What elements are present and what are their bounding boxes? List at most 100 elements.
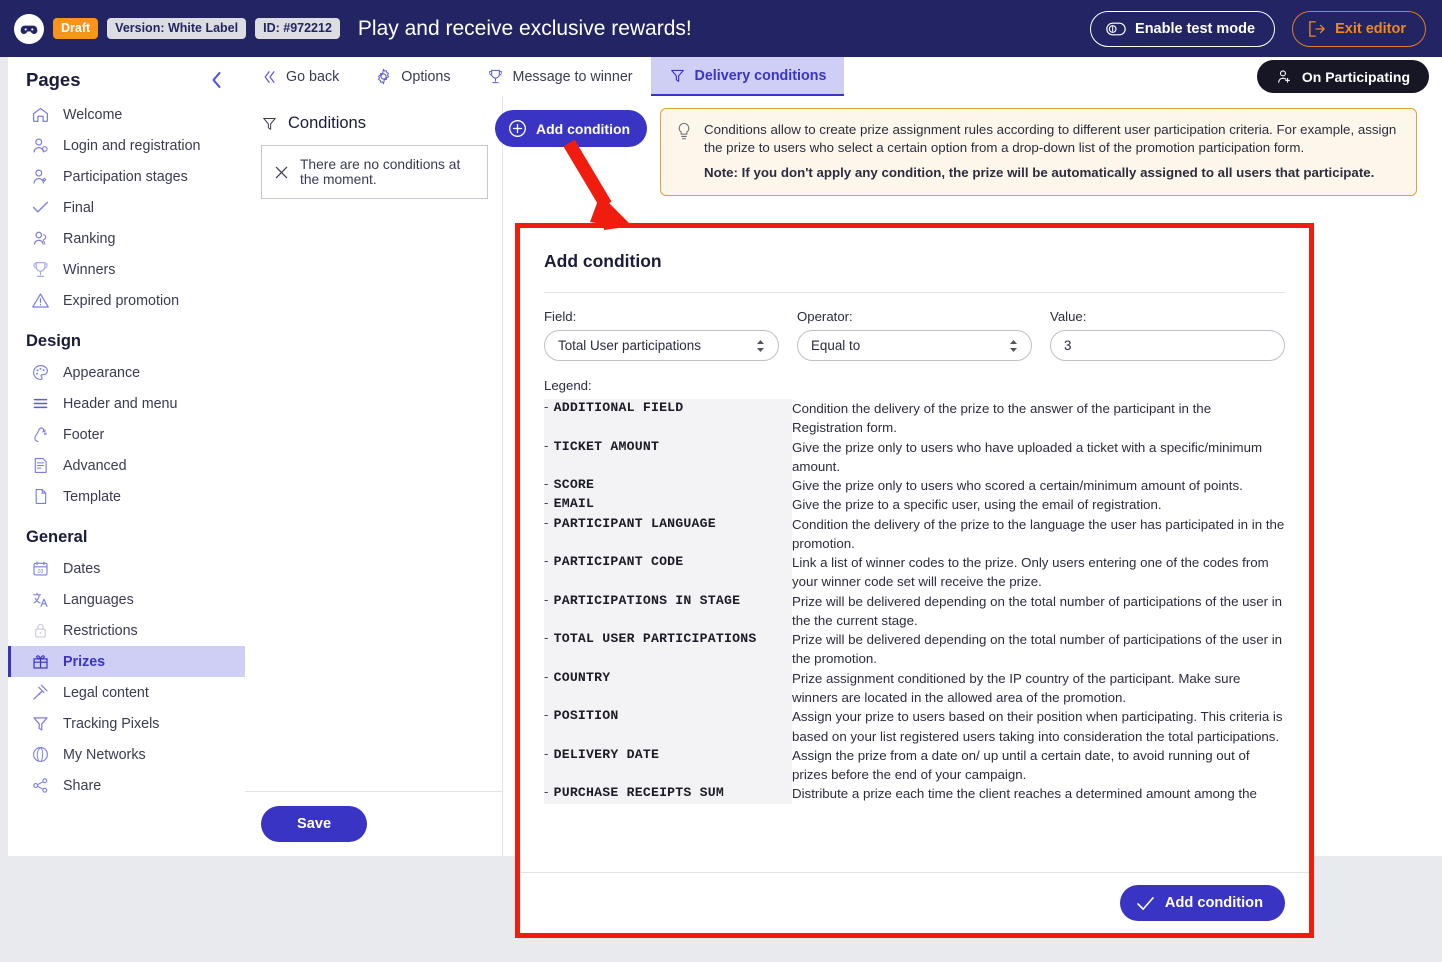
sidebar-item-label: Prizes [63,653,106,670]
legend-key: PARTICIPANT CODE [553,554,684,570]
sidebar-item-restrictions[interactable]: Restrictions [8,615,245,646]
sidebar-item-label: Restrictions [63,622,138,639]
field-label: Field: [544,309,577,324]
info-text: Conditions allow to create prize assignm… [704,121,1402,182]
legend-description: Give the prize only to users who scored … [792,478,1243,494]
legend-description: Give the prize to a specific user, using… [792,497,1162,513]
legend-scroll-area[interactable]: - ADDITIONAL FIELD Condition the delivery … [520,399,1309,872]
on-participating-button[interactable]: On Participating [1256,60,1429,93]
legend-dash: - [544,553,549,569]
chevron-updown-icon [756,339,765,353]
legend-label: Legend: [544,378,592,393]
legend-row: - PARTICIPATIONS IN STAGE Prize will be de… [544,591,1285,631]
field-group: Field: Total User participations [544,309,779,361]
tab-go-back[interactable]: Go back [245,57,357,96]
field-select[interactable]: Total User participations [544,330,779,361]
sidebar-item-languages[interactable]: Languages [8,584,245,615]
page-icon [30,487,50,507]
user-login-icon [30,136,50,156]
sidebar-item-winners[interactable]: Winners [8,254,245,285]
save-button[interactable]: Save [261,806,368,842]
palette-icon [30,363,50,383]
sidebar-item-label: Languages [63,591,134,608]
on-participating-label: On Participating [1301,68,1410,85]
value-input[interactable]: 3 [1050,330,1285,361]
sidebar-item-label: My Networks [63,746,146,763]
tab-delivery-conditions[interactable]: Delivery conditions [650,57,845,96]
sidebar-item-share[interactable]: Share [8,770,245,801]
network-icon [30,745,50,765]
legend-dash: - [544,707,549,723]
check-icon [1136,896,1155,911]
legend-key-cell: - PARTICIPANT CODE [544,553,792,592]
sidebar-item-ranking[interactable]: Ranking [8,223,245,254]
sidebar-item-header-and-menu[interactable]: Header and menu [8,388,245,419]
operator-select[interactable]: Equal to [797,330,1032,361]
sidebar-item-label: Appearance [63,364,141,381]
modal-title: Add condition [544,251,662,271]
legend-dash: - [544,591,549,607]
legend-key: TICKET AMOUNT [553,438,660,454]
user-add-icon [1276,68,1293,85]
legend-key-cell: - ADDITIONAL FIELD [544,399,792,438]
sidebar-item-template[interactable]: Template [8,481,245,512]
field-select-value: Total User participations [558,338,701,353]
sidebar-item-advanced[interactable]: Advanced [8,450,245,481]
toggle-icon [1106,22,1126,36]
calendar-icon: 03 [30,559,50,579]
tab-label: Go back [286,68,340,85]
draft-badge: Draft [53,18,99,39]
funnel-icon [669,67,686,84]
sidebar-item-label: Footer [63,426,105,443]
legend-key-cell: - PARTICIPATIONS IN STAGE [544,591,792,631]
legend-description: Assign your prize to users based on thei… [792,709,1283,744]
tab-options[interactable]: Options [357,57,468,96]
sidebar-item-login-and-registration[interactable]: Login and registration [8,130,245,161]
sidebar-group-general: General [26,528,88,546]
app-root: Draft Version: White Label ID: #972212 P… [0,0,1442,962]
menu-lines-icon [30,394,50,414]
legend-dash: - [544,399,549,414]
sidebar-item-expired-promotion[interactable]: Expired promotion [8,285,245,316]
sidebar-item-welcome[interactable]: Welcome [8,99,245,130]
gift-icon [30,652,50,672]
add-condition-label: Add condition [536,120,631,137]
sidebar-item-my-networks[interactable]: My Networks [8,739,245,770]
exit-editor-button[interactable]: Exit editor [1292,10,1426,47]
legend-dash: - [544,514,549,530]
modal-add-condition-button[interactable]: Add condition [1119,885,1285,921]
sidebar-item-footer[interactable]: Footer [8,419,245,450]
legend-key-cell: - TOTAL USER PARTICIPATIONS [544,630,792,669]
sidebar-item-dates[interactable]: 03 Dates [8,553,245,584]
legend-dash: - [544,784,549,800]
sidebar-item-label: Dates [63,560,101,577]
legend-key-cell: - DELIVERY DATE [544,745,792,785]
sidebar-item-legal-content[interactable]: Legal content [8,677,245,708]
sidebar-item-label: Legal content [63,684,149,701]
sidebar-item-label: Participation stages [63,168,188,185]
gamepad-icon[interactable] [14,13,44,44]
condition-form: Field: Total User participations Operato… [520,293,1309,361]
legend-key-cell: - PURCHASE RECEIPTS SUM [544,784,792,804]
sidebar-item-tracking-pixels[interactable]: Tracking Pixels [8,708,245,739]
tab-message-to-winner[interactable]: Message to winner [469,57,651,96]
sidebar-title: Pages [26,69,81,90]
sidebar-item-final[interactable]: Final [8,192,245,223]
legend-dash: - [544,630,549,646]
sidebar-item-prizes[interactable]: Prizes [8,646,245,677]
sidebar-item-appearance[interactable]: Appearance [8,357,245,388]
enable-test-mode-button[interactable]: Enable test mode [1090,10,1276,47]
add-condition-button[interactable]: Add condition [495,110,648,147]
trophy-icon [30,260,50,280]
x-icon[interactable] [274,165,289,180]
sidebar-item-participation-stages[interactable]: Participation stages [8,161,245,192]
legend-key-cell: - TICKET AMOUNT [544,437,792,477]
legend-key: EMAIL [553,496,595,512]
exit-icon [1308,20,1326,37]
sidebar-item-label: Advanced [63,457,127,474]
home-icon [30,105,50,125]
operator-group: Operator: Equal to [797,309,1032,361]
sidebar-item-label: Share [63,777,102,794]
legend-key: DELIVERY DATE [553,746,660,762]
chevron-left-icon[interactable] [204,69,229,91]
